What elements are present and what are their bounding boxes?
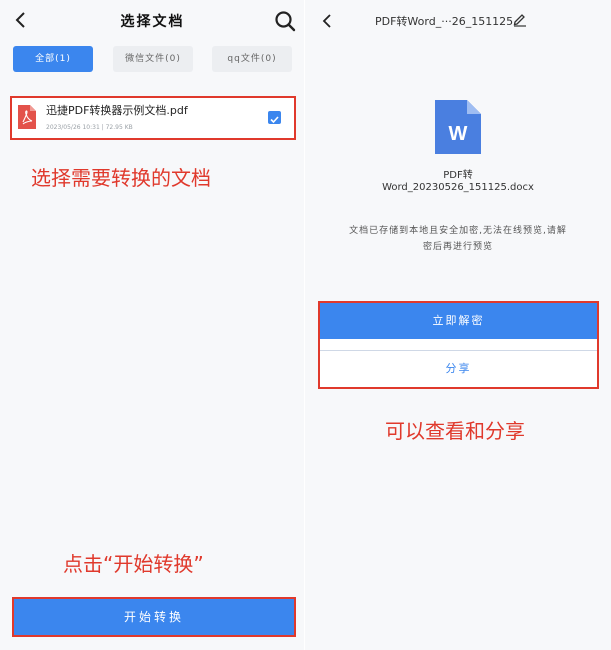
- share-button[interactable]: 分享: [320, 351, 597, 387]
- search-icon[interactable]: [273, 9, 297, 33]
- encryption-notice-line1: 文档已存储到本地且安全加密,无法在线预览,请解: [349, 226, 567, 236]
- back-arrow-icon[interactable]: [317, 10, 337, 32]
- word-document-icon: W: [435, 100, 481, 154]
- annotation-click-start: 点击“开始转换”: [63, 552, 204, 576]
- decrypt-now-button[interactable]: 立即解密: [320, 303, 597, 339]
- document-result-screen: PDF转Word_···26_151125 W PDF转 Word_202305…: [305, 0, 611, 650]
- document-name-line1: PDF转: [443, 170, 473, 181]
- annotation-select-document: 选择需要转换的文档: [31, 166, 211, 190]
- tab-qq-files[interactable]: qq文件(0): [212, 46, 292, 72]
- document-name-line2: Word_20230526_151125.docx: [382, 182, 534, 193]
- edit-pencil-icon[interactable]: [512, 11, 528, 27]
- action-buttons-group: 立即解密 分享: [318, 301, 599, 389]
- tab-all[interactable]: 全部(1): [13, 46, 93, 72]
- start-conversion-button[interactable]: 开始转换: [12, 597, 296, 637]
- check-icon: [270, 116, 279, 124]
- annotation-view-and-share: 可以查看和分享: [385, 419, 525, 443]
- document-title: PDF转Word_···26_151125: [375, 15, 514, 28]
- word-icon-letter: W: [449, 123, 468, 145]
- page-title: 选择文档: [120, 14, 185, 30]
- tab-wechat-files[interactable]: 微信文件(0): [113, 46, 193, 72]
- encryption-notice-line2: 密后再进行预览: [422, 242, 493, 252]
- file-meta: 2023/05/26 10:31 | 72.95 KB: [46, 124, 133, 131]
- select-document-screen: 选择文档 全部(1) 微信文件(0) qq文件(0) 迅捷PDF转换器示例文档.…: [0, 0, 305, 650]
- file-checkbox[interactable]: [268, 111, 281, 124]
- pdf-file-icon: [18, 105, 36, 129]
- file-list-item[interactable]: 迅捷PDF转换器示例文档.pdf 2023/05/26 10:31 | 72.9…: [10, 96, 296, 140]
- file-name: 迅捷PDF转换器示例文档.pdf: [46, 104, 188, 117]
